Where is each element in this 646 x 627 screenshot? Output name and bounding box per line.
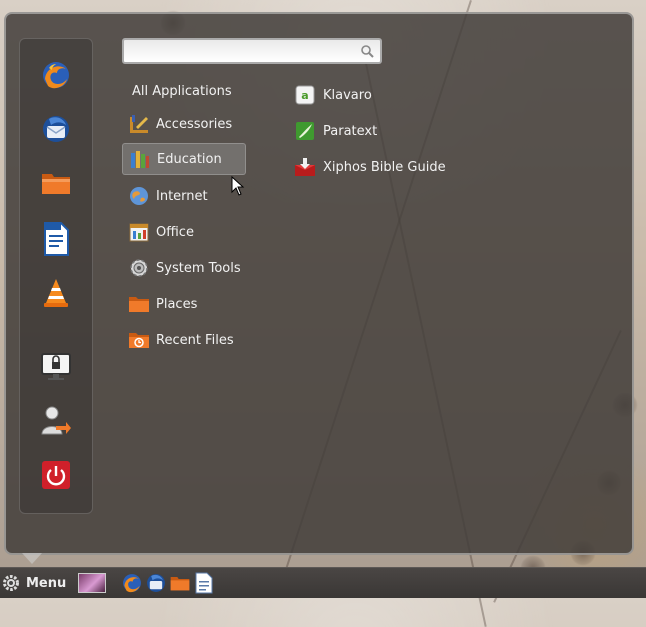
recent-files-icon (128, 329, 150, 351)
category-system-tools[interactable]: System Tools (122, 252, 246, 284)
category-internet[interactable]: Internet (122, 180, 246, 212)
office-icon (128, 221, 150, 243)
favorite-writer[interactable] (38, 221, 74, 257)
application-menu-popup: All Applications Accessories Education I… (4, 12, 634, 555)
menu-pointer-arrow (22, 553, 42, 564)
category-label: Education (157, 151, 222, 167)
category-label: System Tools (156, 260, 241, 276)
category-label: Places (156, 296, 198, 312)
gear-icon (2, 574, 20, 592)
search-input[interactable] (128, 42, 358, 62)
klavaro-icon: a (294, 84, 316, 106)
favorite-thunderbird[interactable] (38, 111, 74, 147)
favorite-firefox[interactable] (38, 57, 74, 93)
system-tools-icon (128, 257, 150, 279)
app-paratext[interactable]: Paratext (294, 115, 377, 147)
writer-document-icon (44, 222, 69, 256)
firefox-icon (123, 574, 141, 593)
category-places[interactable]: Places (122, 288, 246, 320)
category-label: Office (156, 224, 194, 240)
panel-launcher-thunderbird[interactable] (145, 572, 167, 594)
favorite-power[interactable] (38, 457, 74, 493)
menu-button[interactable]: Menu (0, 568, 66, 598)
favorite-logout[interactable] (38, 403, 74, 439)
vlc-icon (44, 279, 68, 307)
panel-launcher-firefox[interactable] (121, 572, 143, 594)
category-education[interactable]: Education (122, 143, 246, 175)
bottom-panel: Menu (0, 567, 646, 598)
category-recent-files[interactable]: Recent Files (122, 324, 246, 356)
svg-text:a: a (301, 89, 308, 102)
logout-icon (41, 406, 71, 435)
category-label: Internet (156, 188, 208, 204)
workspace-switcher[interactable] (78, 573, 106, 593)
text-document-icon (195, 572, 213, 594)
app-label: Paratext (323, 123, 378, 139)
thunderbird-icon (43, 116, 69, 142)
xiphos-icon (294, 156, 316, 178)
search-box[interactable] (122, 38, 382, 64)
favorites-sidebar (19, 38, 93, 514)
category-label: Accessories (156, 116, 233, 132)
power-icon (42, 461, 70, 489)
accessories-icon (128, 113, 150, 135)
paratext-icon (294, 120, 316, 142)
lock-screen-icon (41, 353, 71, 380)
favorite-lock-screen[interactable] (38, 349, 74, 385)
category-label: Recent Files (156, 332, 234, 348)
folder-icon (170, 577, 190, 591)
category-office[interactable]: Office (122, 216, 246, 248)
search-icon (360, 44, 374, 62)
app-xiphos[interactable]: Xiphos Bible Guide (294, 151, 446, 183)
firefox-icon (43, 62, 69, 89)
category-all-applications[interactable]: All Applications (122, 75, 256, 107)
thunderbird-icon (147, 574, 165, 592)
favorite-vlc[interactable] (38, 275, 74, 311)
folder-icon (42, 174, 70, 194)
education-icon (129, 148, 151, 170)
places-folder-icon (128, 293, 150, 315)
app-klavaro[interactable]: a Klavaro (294, 79, 372, 111)
menu-label: Menu (26, 575, 67, 591)
app-label: Xiphos Bible Guide (323, 159, 446, 175)
favorite-files[interactable] (38, 165, 74, 201)
category-label: All Applications (132, 83, 232, 99)
panel-launcher-files[interactable] (169, 572, 191, 594)
panel-launcher-text-editor[interactable] (193, 572, 215, 594)
app-label: Klavaro (323, 87, 372, 103)
mouse-cursor-icon (231, 175, 245, 200)
category-accessories[interactable]: Accessories (122, 108, 246, 140)
internet-icon (128, 185, 150, 207)
